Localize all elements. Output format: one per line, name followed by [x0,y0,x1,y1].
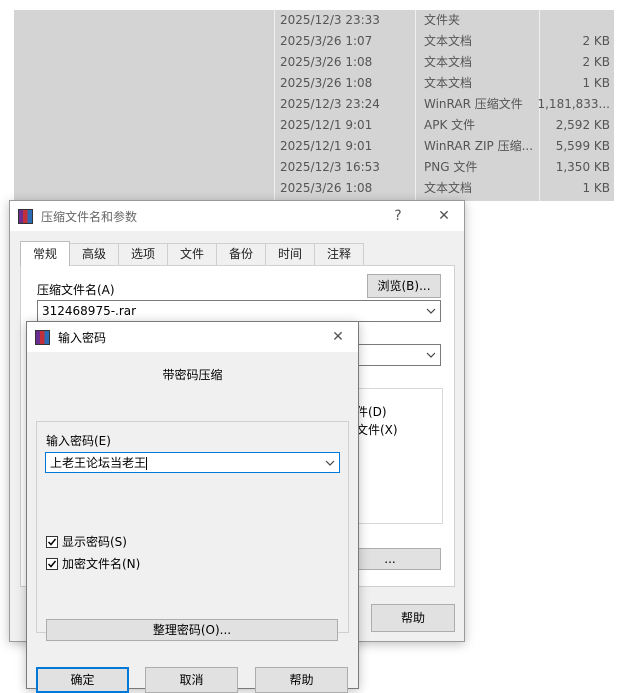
tab-backup[interactable]: 备份 [216,243,266,265]
file-date: 2025/12/3 23:33 [280,13,380,27]
file-row[interactable]: 主播账号信息.png2025/12/3 16:53PNG 文件1,350 KB [14,157,614,178]
ok-button[interactable]: 确定 [36,667,129,693]
file-row[interactable]: 312468975.rar2025/12/3 23:24WinRAR 压缩文件1… [14,94,614,115]
file-date: 2025/12/3 23:24 [280,97,380,111]
help-button[interactable]: 帮助 [255,667,348,693]
file-row[interactable]: laowang-Android.apk2025/12/1 9:01APK 文件2… [14,115,614,136]
file-date: 2025/3/26 1:08 [280,55,373,69]
close-icon[interactable]: ✕ [424,201,464,231]
chevron-down-icon[interactable] [325,453,335,472]
tab-general[interactable]: 常规 [20,241,70,266]
password-dialog-titlebar: 输入密码 ✕ [27,322,358,352]
archive-name-label: 压缩文件名(A) [37,283,115,297]
encrypt-filenames-label: 加密文件名(N) [62,557,141,571]
text-cursor [146,457,148,470]
cancel-button[interactable]: 取消 [145,667,238,693]
tab-advanced[interactable]: 高级 [69,243,119,265]
file-list[interactable]: 解压说明2025/12/3 23:33文件夹【来了就能下载和观看！纯免费！】.t… [14,10,614,201]
winrar-app-icon [18,209,33,224]
show-password-checkbox[interactable]: 显示密码(S) [46,533,127,550]
option-label-partial[interactable]: 文件(X) [356,421,398,438]
file-row[interactable]: 【永久地址发布页】.txt2025/3/26 1:08文本文档1 KB [14,73,614,94]
show-password-label: 显示密码(S) [62,535,127,549]
archive-dialog-titlebar: 压缩文件名和参数 ? ✕ [10,201,464,231]
help-button[interactable]: 帮助 [371,604,455,632]
winrar-app-icon [35,330,50,345]
file-type: 文本文档 [424,55,473,69]
file-row[interactable]: 【来了就能下载和观看！纯免费！】.txt2025/3/26 1:07文本文档2 … [14,31,614,52]
file-date: 2025/12/3 16:53 [280,160,380,174]
file-type: 文本文档 [424,34,473,48]
tab-time[interactable]: 时间 [265,243,315,265]
tab-files[interactable]: 文件 [167,243,217,265]
chevron-down-icon[interactable] [426,345,436,365]
file-type: APK 文件 [424,118,476,132]
browse-button[interactable]: 浏览(B)... [367,274,441,298]
archive-dialog-title: 压缩文件名和参数 [41,209,138,224]
password-value: 上老王论坛当老王 [50,456,147,470]
tab-comment[interactable]: 注释 [314,243,364,265]
file-size: 1,181,833... [537,97,610,111]
file-date: 2025/3/26 1:08 [280,181,373,195]
file-row[interactable]: laowang-Windows.zip2025/12/1 9:01WinRAR … [14,136,614,157]
checkbox-checked-icon[interactable] [46,535,58,548]
file-row[interactable]: 解压说明2025/12/3 23:33文件夹 [14,10,614,31]
file-row[interactable]: 【论坛介绍】.txt2025/3/26 1:08文本文档2 KB [14,52,614,73]
option-label-partial[interactable]: 件(D) [356,403,387,420]
encrypt-filenames-checkbox[interactable]: 加密文件名(N) [46,555,140,572]
organize-passwords-button[interactable]: 整理密码(O)... [46,619,338,641]
tab-options[interactable]: 选项 [118,243,168,265]
file-size: 2,592 KB [555,118,610,132]
file-size: 1 KB [582,181,610,195]
password-dialog-title: 输入密码 [58,330,107,345]
file-type: 文本文档 [424,76,473,90]
file-size: 5,599 KB [555,139,610,153]
file-type: WinRAR 压缩文件 [424,97,523,111]
file-type: WinRAR ZIP 压缩... [424,139,534,153]
file-date: 2025/3/26 1:08 [280,76,373,90]
file-date: 2025/3/26 1:07 [280,34,373,48]
password-heading: 带密码压缩 [162,368,223,382]
file-size: 2 KB [582,34,610,48]
file-date: 2025/12/1 9:01 [280,118,373,132]
checkbox-checked-icon[interactable] [46,557,58,570]
password-label: 输入密码(E) [46,434,111,448]
file-size: 2 KB [582,55,610,69]
file-date: 2025/12/1 9:01 [280,139,373,153]
file-type: 文件夹 [424,13,461,27]
archive-name-combobox[interactable]: 312468975-.rar [37,300,441,322]
file-type: PNG 文件 [424,160,478,174]
help-title-button[interactable]: ? [378,201,418,231]
password-input[interactable]: 上老王论坛当老王 [45,452,340,473]
chevron-down-icon[interactable] [426,301,436,321]
file-size: 1 KB [582,76,610,90]
file-size: 1,350 KB [555,160,610,174]
file-row[interactable]: 最新地址及APP请发邮箱自动获取！！！....2025/3/26 1:08文本文… [14,178,614,199]
enter-password-dialog: 输入密码 ✕ 带密码压缩 输入密码(E) 上老王论坛当老王 显示密码(S) 加密… [26,321,359,693]
close-icon[interactable]: ✕ [318,322,358,352]
archive-name-value: 312468975-.rar [42,304,137,318]
file-type: 文本文档 [424,181,473,195]
password-group: 输入密码(E) 上老王论坛当老王 显示密码(S) 加密文件名(N) [36,421,349,633]
